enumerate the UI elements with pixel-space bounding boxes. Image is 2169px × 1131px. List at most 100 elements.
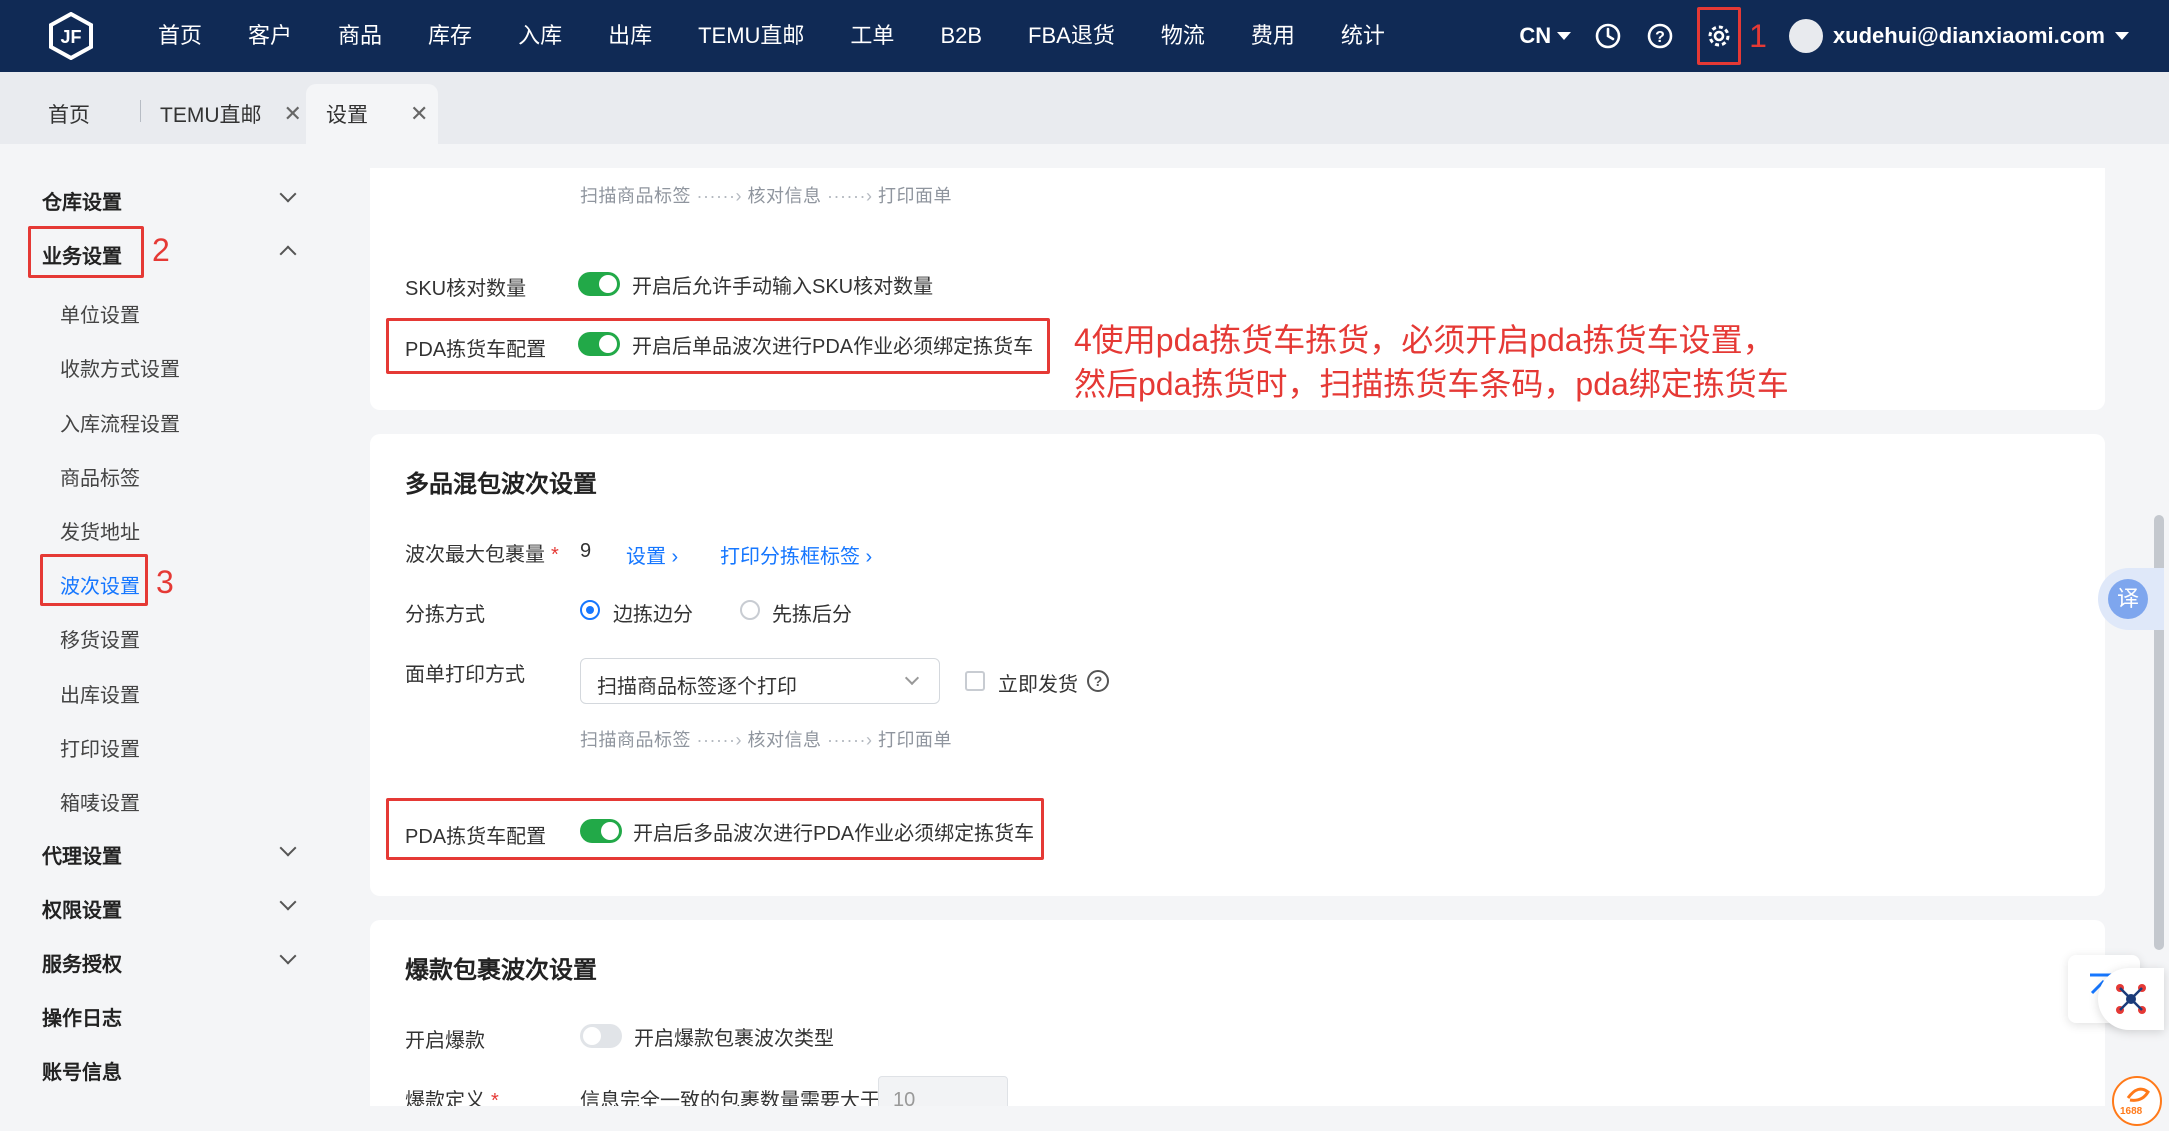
sidebar-item-outbound[interactable]: 出库设置: [60, 679, 140, 708]
tab-settings[interactable]: 设置 ✕: [306, 84, 438, 144]
annotation-box-wave: [40, 554, 148, 606]
sort-option-pick-and-sort-radio[interactable]: [580, 600, 600, 620]
annotation-number-1: 1: [1749, 17, 1767, 54]
help-icon[interactable]: ?: [1645, 21, 1675, 51]
chevron-up-icon[interactable]: [279, 245, 297, 263]
sort-method-label: 分拣方式: [405, 604, 485, 626]
nav-fba-return[interactable]: FBA退货: [1005, 0, 1138, 72]
ship-now-checkbox[interactable]: [965, 671, 985, 691]
nav-logistics[interactable]: 物流: [1138, 0, 1228, 72]
svg-text:?: ?: [1655, 29, 1665, 46]
close-icon[interactable]: ✕: [284, 101, 302, 127]
language-selector[interactable]: CN: [1519, 23, 1572, 49]
question-icon[interactable]: ?: [1087, 670, 1109, 692]
sidebar-item-unit[interactable]: 单位设置: [60, 299, 140, 328]
sort-option-pick-then-sort-radio[interactable]: [740, 600, 760, 620]
chevron-down-icon: [2115, 32, 2129, 40]
annotation-note: 4使用pda拣货车拣货，必须开启pda拣货车设置， 然后pda拣货时，扫描拣货车…: [1074, 322, 1789, 402]
sidebar-item-payment[interactable]: 收款方式设置: [60, 353, 180, 382]
nav-customer[interactable]: 客户: [225, 0, 315, 72]
page-tabs-bar: 首页 TEMU直邮 ✕ 设置 ✕: [0, 72, 2169, 144]
chevron-down-icon: [1557, 32, 1572, 40]
nav-outbound[interactable]: 出库: [585, 0, 675, 72]
hot-item-enable-toggle[interactable]: [580, 1024, 622, 1048]
assistant-button[interactable]: [2098, 968, 2164, 1030]
user-menu[interactable]: xudehui@dianxiaomi.com: [1788, 19, 2129, 53]
translate-icon: 译: [2108, 579, 2148, 619]
sku-check-description: 开启后允许手动输入SKU核对数量: [632, 276, 934, 298]
sidebar-group-service[interactable]: 服务授权: [42, 948, 122, 977]
sidebar-item-inbound-flow[interactable]: 入库流程设置: [60, 408, 180, 437]
alibaba-logo-icon: [2126, 1087, 2150, 1102]
tab-label: 设置: [326, 104, 368, 127]
annotation-number-2: 2: [152, 232, 170, 268]
annotation-number-3: 3: [156, 564, 174, 600]
bottom-edge: [0, 1106, 2169, 1131]
tab-divider: [140, 100, 141, 122]
sidebar-item-carton-mark[interactable]: 箱唛设置: [60, 787, 140, 816]
sidebar-group-permission[interactable]: 权限设置: [42, 894, 122, 923]
max-package-label: 波次最大包裹量 *: [405, 544, 559, 566]
sku-check-label: SKU核对数量: [405, 278, 527, 300]
print-flow: 扫描商品标签 ······› 核对信息 ······› 打印面单: [580, 186, 952, 206]
nav-inbound[interactable]: 入库: [495, 0, 585, 72]
nav-home[interactable]: 首页: [135, 0, 225, 72]
nav-inventory[interactable]: 库存: [405, 0, 495, 72]
nav-workorder[interactable]: 工单: [827, 0, 917, 72]
nav-b2b[interactable]: B2B: [917, 0, 1005, 72]
gear-icon: [1708, 25, 1730, 47]
section-title: 爆款包裹波次设置: [405, 957, 597, 984]
chevron-down-icon[interactable]: [279, 185, 297, 203]
chevron-down-icon[interactable]: [279, 839, 297, 857]
clock-icon[interactable]: [1593, 21, 1623, 51]
sidebar-item-transfer[interactable]: 移货设置: [60, 624, 140, 653]
sort-option-pick-then-sort[interactable]: 先拣后分: [772, 598, 852, 627]
sidebar-group-agent[interactable]: 代理设置: [42, 840, 122, 869]
print-flow: 扫描商品标签 ······› 核对信息 ······› 打印面单: [580, 730, 952, 750]
section-title: 多品混包波次设置: [405, 471, 597, 498]
tab-label: 首页: [48, 104, 90, 127]
chevron-down-icon: [904, 670, 920, 686]
user-email: xudehui@dianxiaomi.com: [1832, 23, 2105, 48]
sidebar-item-print[interactable]: 打印设置: [60, 733, 140, 762]
nav-temu[interactable]: TEMU直邮: [675, 0, 827, 72]
chevron-down-icon[interactable]: [279, 893, 297, 911]
label-print-method-select[interactable]: 扫描商品标签逐个打印: [580, 658, 940, 704]
max-package-value: 9: [580, 540, 592, 562]
close-icon[interactable]: ✕: [410, 101, 428, 127]
ship-now-label[interactable]: 立即发货: [998, 668, 1078, 697]
select-value: 扫描商品标签逐个打印: [597, 676, 797, 698]
translate-button[interactable]: 译: [2098, 568, 2164, 630]
sidebar-item-ship-address[interactable]: 发货地址: [60, 516, 140, 545]
nav-stats[interactable]: 统计: [1318, 0, 1408, 72]
sort-option-pick-and-sort[interactable]: 边拣边分: [613, 598, 693, 627]
set-link[interactable]: 设置 ›: [626, 540, 678, 569]
tab-home[interactable]: 首页: [48, 84, 90, 144]
tab-temu[interactable]: TEMU直邮 ✕: [160, 84, 302, 144]
language-label: CN: [1519, 23, 1552, 48]
sidebar-group-log[interactable]: 操作日志: [42, 1002, 122, 1031]
top-navbar: JF 首页 客户 商品 库存 入库 出库 TEMU直邮 工单 B2B FBA退货…: [0, 0, 2169, 72]
print-sort-bin-label-link[interactable]: 打印分拣框标签 ›: [720, 540, 872, 569]
settings-button[interactable]: [1697, 7, 1742, 65]
avatar: [1788, 19, 1823, 53]
nav-products[interactable]: 商品: [315, 0, 405, 72]
nav-fees[interactable]: 费用: [1228, 0, 1318, 72]
sidebar-group-warehouse[interactable]: 仓库设置: [42, 186, 122, 215]
sidebar-group-account[interactable]: 账号信息: [42, 1056, 122, 1085]
sidebar-item-product-label[interactable]: 商品标签: [60, 462, 140, 491]
annotation-box-pda-single: [386, 318, 1050, 374]
chevron-down-icon[interactable]: [279, 947, 297, 965]
network-logo-icon: [2116, 984, 2146, 1014]
annotation-box-pda-multi: [386, 798, 1044, 860]
hot-item-enable-label: 开启爆款: [405, 1030, 485, 1052]
hot-item-enable-description: 开启爆款包裹波次类型: [634, 1028, 834, 1050]
tab-label: TEMU直邮: [160, 104, 262, 127]
sku-check-toggle[interactable]: [578, 272, 620, 296]
app-logo-icon[interactable]: JF: [47, 12, 95, 60]
settings-sidebar: 仓库设置 业务设置 单位设置 收款方式设置 入库流程设置 商品标签 发货地址 波…: [0, 144, 340, 1131]
label-print-method-label: 面单打印方式: [405, 664, 525, 686]
alibaba-1688-button[interactable]: 1688: [2112, 1076, 2162, 1126]
badge-1688: 1688: [2120, 1106, 2143, 1117]
svg-text:JF: JF: [60, 27, 81, 47]
